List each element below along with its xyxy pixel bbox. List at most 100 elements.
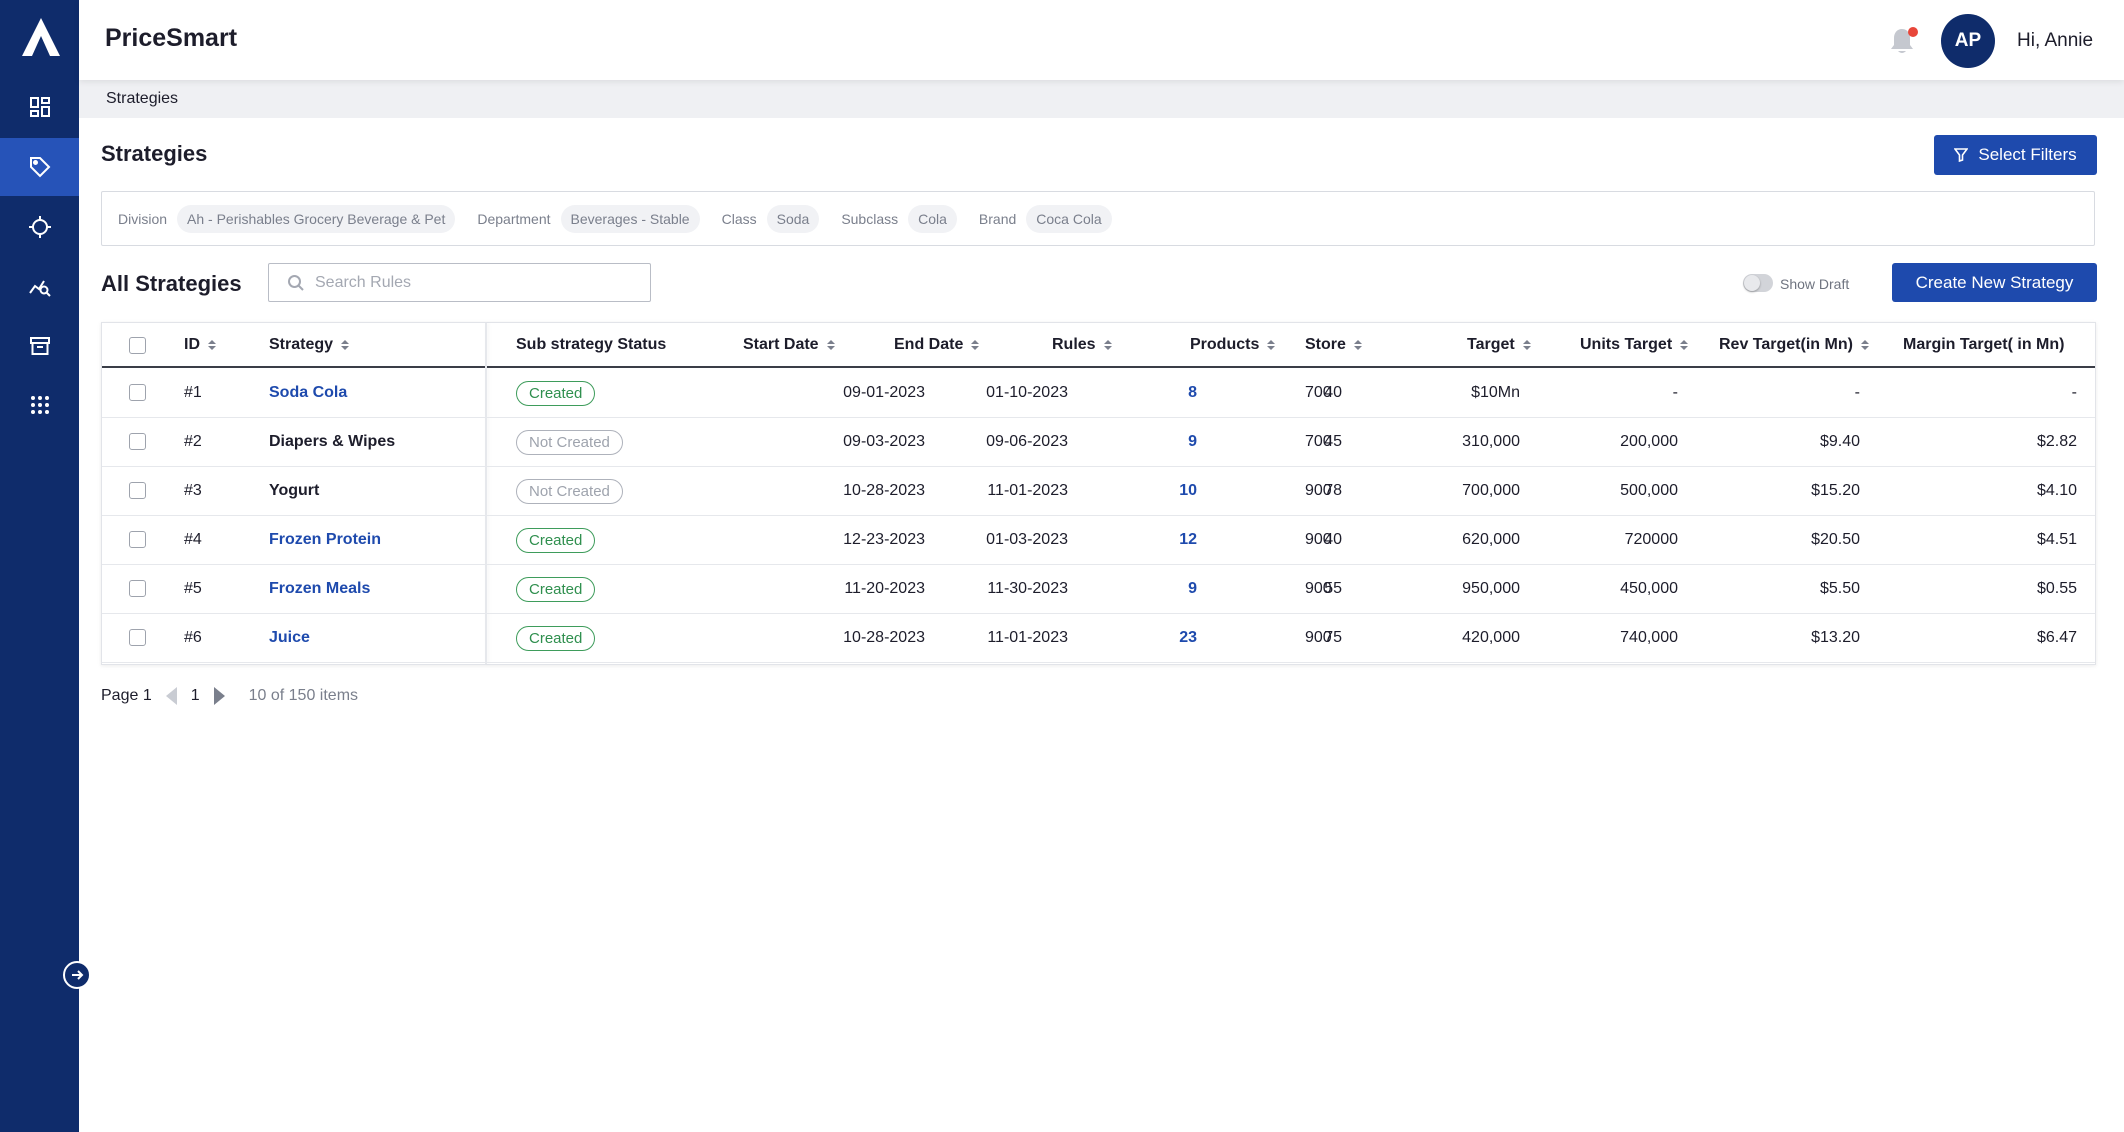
row-start-date: 09-03-2023 (843, 433, 925, 450)
row-store: 900 (1305, 580, 1332, 597)
sidebar-item-dashboard[interactable] (0, 78, 79, 136)
row-end-date: 09-06-2023 (986, 433, 1068, 450)
filter-chip-class[interactable]: Soda (766, 204, 820, 233)
user-greeting: Hi, Annie (2017, 30, 2094, 51)
breadcrumb-item-strategies[interactable]: Strategies (106, 90, 178, 108)
filter-chip-division[interactable]: Ah - Perishables Grocery Beverage & Pet (177, 204, 456, 233)
row-checkbox[interactable] (129, 580, 146, 597)
sort-icon[interactable] (1680, 340, 1689, 350)
sidebar-item-archive[interactable] (0, 317, 79, 375)
row-rules-link[interactable]: 12 (1179, 531, 1197, 549)
sort-icon[interactable] (1353, 340, 1362, 350)
row-rules-link[interactable]: 23 (1179, 629, 1197, 647)
row-units-target: 500,000 (1620, 482, 1678, 499)
prev-page-icon[interactable] (165, 687, 177, 705)
column-header-margin-target: Margin Target( in Mn) (1903, 336, 2065, 353)
row-start-date: 12-23-2023 (843, 531, 925, 548)
show-draft-toggle[interactable] (1743, 274, 1773, 292)
column-header-end-date[interactable]: End Date (894, 336, 980, 354)
apps-grid-icon (30, 396, 49, 414)
column-header-target[interactable]: Target (1467, 336, 1531, 354)
row-strategy-name: Yogurt (269, 482, 320, 499)
filter-label-subclass: Subclass (841, 210, 899, 227)
column-header-id[interactable]: ID (184, 336, 216, 354)
row-rev-target: $13.20 (1811, 629, 1860, 646)
sort-icon[interactable] (341, 340, 350, 350)
column-header-start-date[interactable]: Start Date (743, 336, 835, 354)
search-box (268, 263, 651, 302)
row-rules-link[interactable]: 9 (1188, 433, 1197, 451)
sort-icon[interactable] (971, 340, 980, 350)
row-target: 950,000 (1462, 580, 1520, 597)
items-count: 10 of 150 items (248, 687, 359, 704)
table-row[interactable]: #3 Yogurt Not Created 10-28-2023 11-01-2023 1… (102, 467, 2095, 516)
row-rev-target: $5.50 (1819, 580, 1860, 597)
sort-icon[interactable] (1522, 340, 1531, 350)
table-row[interactable]: #4 Frozen Protein Created 12-23-2023 01-03-2… (102, 516, 2095, 565)
sort-icon[interactable] (208, 340, 216, 350)
filter-label-division: Division (118, 210, 168, 227)
sort-icon[interactable] (1103, 340, 1112, 350)
row-strategy-name[interactable]: Soda Cola (269, 384, 347, 402)
select-filters-button[interactable]: Select Filters (1934, 135, 2097, 175)
row-margin-target: $4.10 (2036, 482, 2077, 499)
chart-search-icon (28, 280, 51, 297)
status-badge: Created (516, 381, 596, 406)
brand-logo-icon[interactable] (20, 16, 62, 58)
row-checkbox[interactable] (129, 482, 146, 499)
user-avatar[interactable]: AP (1941, 14, 1995, 68)
row-checkbox[interactable] (129, 629, 146, 646)
row-checkbox[interactable] (129, 433, 146, 450)
filter-chip-department[interactable]: Beverages - Stable (560, 204, 700, 233)
table-header: ID Strategy Sub strategy Status Start Da… (102, 323, 2095, 368)
column-header-rules[interactable]: Rules (1052, 336, 1112, 354)
sidebar-item-analytics[interactable] (0, 258, 79, 316)
filter-chip-brand[interactable]: Coca Cola (1026, 204, 1112, 233)
search-input[interactable] (315, 273, 635, 292)
row-rev-target: - (1854, 384, 1860, 401)
sort-icon[interactable] (1860, 340, 1869, 350)
row-margin-target: $0.55 (2036, 580, 2077, 597)
table-row[interactable]: #1 Soda Cola Created 09-01-2023 01-10-2023 8 4… (102, 369, 2095, 418)
column-header-store[interactable]: Store (1305, 336, 1362, 354)
row-store: 700 (1305, 384, 1332, 401)
row-strategy-name[interactable]: Juice (269, 629, 310, 647)
filter-chip-subclass[interactable]: Cola (908, 204, 957, 233)
column-header-status: Sub strategy Status (516, 336, 667, 353)
row-strategy-name[interactable]: Frozen Meals (269, 580, 370, 598)
create-new-strategy-button[interactable]: Create New Strategy (1892, 263, 2097, 302)
search-icon (288, 274, 304, 291)
row-strategy-name[interactable]: Frozen Protein (269, 531, 381, 549)
column-header-strategy[interactable]: Strategy (269, 336, 350, 354)
row-units-target: 740,000 (1620, 629, 1678, 646)
breadcrumb: Strategies (79, 80, 2124, 118)
row-checkbox[interactable] (129, 384, 146, 401)
sidebar-item-apps[interactable] (0, 376, 79, 434)
all-strategies-title: All Strategies (101, 271, 242, 296)
status-badge: Created (516, 528, 596, 553)
sidebar-item-pricing[interactable] (0, 138, 79, 196)
crosshair-icon (28, 216, 51, 238)
select-all-checkbox[interactable] (129, 337, 146, 354)
row-end-date: 01-03-2023 (986, 531, 1068, 548)
table-row[interactable]: #2 Diapers & Wipes Not Created 09-03-2023 09… (102, 418, 2095, 467)
table-row[interactable]: #6 Juice Created 10-28-2023 11-01-2023 23 75 90… (102, 614, 2095, 663)
column-header-units-target[interactable]: Units Target (1580, 336, 1689, 354)
sort-icon[interactable] (1267, 340, 1276, 350)
sidebar-expand-button[interactable] (63, 961, 91, 989)
filter-label-department: Department (477, 210, 551, 227)
table-row[interactable]: #5 Frozen Meals Created 11-20-2023 11-30-202… (102, 565, 2095, 614)
row-rules-link[interactable]: 9 (1188, 580, 1197, 598)
current-page-number[interactable]: 1 (191, 687, 200, 705)
dashboard-icon (29, 97, 50, 117)
column-header-rev-target[interactable]: Rev Target(in Mn) (1719, 336, 1869, 354)
row-checkbox[interactable] (129, 531, 146, 548)
sidebar-item-targeting[interactable] (0, 198, 79, 256)
row-target: 700,000 (1462, 482, 1520, 499)
column-header-products[interactable]: Products (1190, 336, 1276, 354)
next-page-icon[interactable] (213, 687, 225, 705)
row-rules-link[interactable]: 8 (1188, 384, 1197, 402)
sort-icon[interactable] (826, 340, 835, 350)
row-margin-target: $2.82 (2036, 433, 2077, 450)
row-rules-link[interactable]: 10 (1179, 482, 1197, 500)
